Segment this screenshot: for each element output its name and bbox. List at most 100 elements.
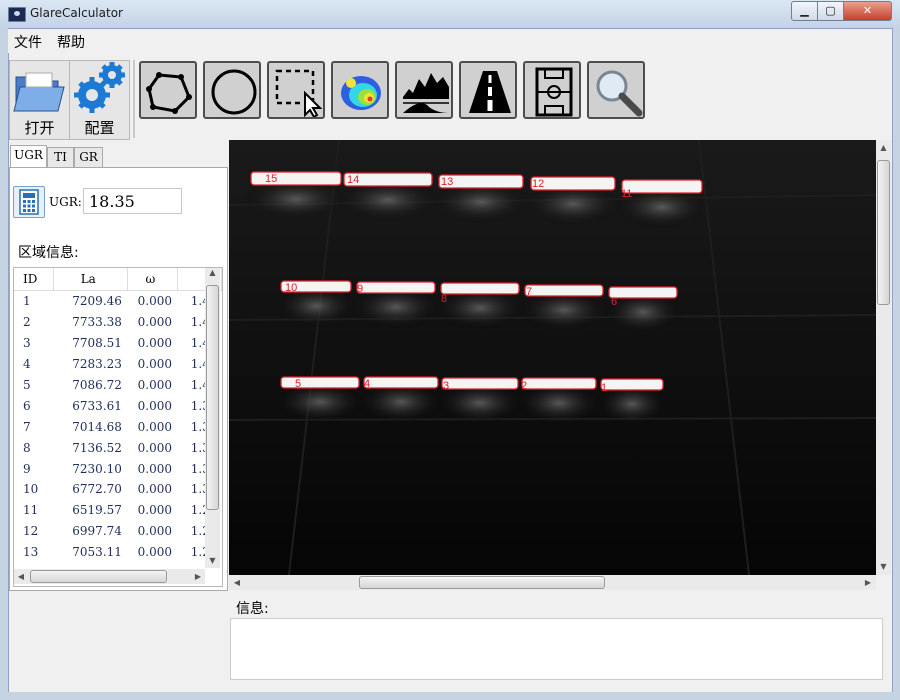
- cell-la: 6772.70: [72, 482, 122, 497]
- info-label: 信息:: [236, 601, 269, 617]
- region-table[interactable]: ID La ω P 17209.460.0001.4227733.380.000…: [13, 267, 223, 587]
- region-label: 1: [601, 382, 607, 394]
- minimize-button[interactable]: ▁: [791, 1, 818, 21]
- cell-omega: 0.000: [137, 503, 172, 518]
- ugr-value-field[interactable]: 18.35: [83, 188, 182, 214]
- cell-omega: 0.000: [137, 419, 172, 434]
- region-label: 12: [532, 178, 544, 190]
- road-tool-button[interactable]: [459, 61, 517, 119]
- cell-omega: 0.000: [137, 461, 172, 476]
- col-omega-header[interactable]: ω: [127, 268, 179, 291]
- col-la-header[interactable]: La: [53, 268, 129, 291]
- scroll-up-arrow[interactable]: ▲: [205, 268, 220, 277]
- close-button[interactable]: ✕: [843, 1, 892, 21]
- cell-omega: 0.000: [137, 357, 172, 372]
- table-row[interactable]: 126997.740.0001.25: [14, 521, 222, 542]
- tab-gr[interactable]: GR: [74, 147, 103, 167]
- cell-la: 7136.52: [72, 440, 122, 455]
- table-row[interactable]: 97230.100.0001.37: [14, 458, 222, 479]
- app-icon: [8, 7, 26, 22]
- zoom-tool-button[interactable]: [587, 61, 645, 119]
- maximize-button[interactable]: ▢: [817, 1, 844, 21]
- cell-id: 7: [23, 419, 31, 434]
- field-icon: [535, 67, 573, 117]
- menu-help[interactable]: 帮助: [57, 32, 85, 52]
- open-label: 打开: [24, 119, 55, 137]
- cell-la: 6733.61: [72, 398, 122, 413]
- histogram-tool-button[interactable]: [395, 61, 453, 119]
- magnifier-icon: [596, 70, 643, 117]
- cell-id: 6: [23, 398, 31, 413]
- config-button[interactable]: 配置: [69, 60, 130, 140]
- image-scroll-up-arrow[interactable]: ▲: [876, 143, 891, 152]
- table-row[interactable]: 106772.700.0001.35: [14, 479, 222, 500]
- image-scroll-right-arrow[interactable]: ▶: [862, 578, 874, 587]
- lamp: [601, 379, 663, 390]
- region-label: 14: [347, 174, 359, 186]
- table-row[interactable]: 57086.720.0001.42: [14, 375, 222, 396]
- image-hscroll-thumb[interactable]: [359, 576, 605, 589]
- region-label: 15: [265, 173, 277, 185]
- cell-omega: 0.000: [137, 398, 172, 413]
- table-row[interactable]: 27733.380.0001.44: [14, 312, 222, 333]
- circle-tool-button[interactable]: [203, 61, 261, 119]
- table-hscroll-thumb[interactable]: [30, 570, 167, 583]
- cell-omega: 0.000: [137, 336, 172, 351]
- cell-id: 5: [23, 378, 31, 392]
- region-label: 13: [441, 176, 453, 188]
- heatmap-icon: [341, 76, 381, 110]
- cell-id: 13: [23, 545, 39, 560]
- lamp: [525, 285, 603, 296]
- table-row[interactable]: 77014.680.0001.35: [14, 416, 222, 437]
- cell-omega: 0.000: [137, 440, 172, 455]
- cell-omega: 0.000: [137, 378, 172, 392]
- scroll-right-arrow[interactable]: ▶: [192, 572, 204, 581]
- cell-omega: 0.000: [137, 294, 172, 309]
- region-label: 6: [611, 296, 617, 308]
- table-row[interactable]: 66733.610.0001.33: [14, 395, 222, 416]
- table-row[interactable]: 116519.570.0001.24: [14, 500, 222, 521]
- lamp: [441, 283, 519, 294]
- tab-ugr[interactable]: UGR: [10, 145, 47, 167]
- info-textarea[interactable]: [230, 618, 883, 680]
- cell-omega: 0.000: [137, 315, 172, 330]
- calculator-icon: [19, 189, 39, 215]
- circle-icon: [211, 69, 257, 115]
- gears-icon: [74, 62, 125, 113]
- lamp: [622, 180, 702, 193]
- cell-omega: 0.000: [137, 482, 172, 497]
- table-row[interactable]: 137053.110.0001.27: [14, 542, 222, 563]
- table-row[interactable]: 37708.510.0001.45: [14, 333, 222, 354]
- image-scroll-left-arrow[interactable]: ◀: [231, 578, 243, 587]
- col-id-header[interactable]: ID: [14, 268, 55, 291]
- cell-omega: 0.000: [137, 545, 172, 560]
- scroll-left-arrow[interactable]: ◀: [15, 572, 27, 581]
- table-row[interactable]: 17209.460.0001.42: [14, 291, 222, 312]
- region-info-label: 区域信息:: [18, 245, 79, 261]
- region-label: 8: [441, 293, 447, 305]
- table-row[interactable]: 87136.520.0001.37: [14, 437, 222, 458]
- select-tool-button[interactable]: [267, 61, 325, 119]
- region-label: 11: [621, 188, 632, 200]
- field-tool-button[interactable]: [523, 61, 581, 119]
- ugr-label: UGR:: [49, 195, 82, 209]
- image-vscroll-thumb[interactable]: [877, 160, 890, 305]
- table-vscroll-thumb[interactable]: [206, 285, 219, 510]
- menu-bar: [8, 29, 891, 53]
- heatmap-tool-button[interactable]: [331, 61, 389, 119]
- cell-la: 7086.72: [72, 378, 122, 392]
- calculate-button[interactable]: [13, 186, 45, 218]
- rect-select-icon: [275, 69, 323, 117]
- image-view[interactable]: 15 14 13 12 11 10 9 8 7 6 5 4 3 2 1: [229, 140, 876, 575]
- table-row[interactable]: 47283.230.0001.44: [14, 354, 222, 375]
- polygon-tool-button[interactable]: [139, 61, 197, 119]
- scroll-down-arrow[interactable]: ▼: [205, 556, 220, 565]
- menu-file[interactable]: 文件: [14, 32, 42, 52]
- image-scroll-down-arrow[interactable]: ▼: [876, 562, 891, 571]
- region-label: 5: [295, 378, 301, 390]
- cell-id: 4: [23, 357, 31, 372]
- open-button[interactable]: 打开: [9, 60, 70, 140]
- tab-ti[interactable]: TI: [47, 147, 74, 167]
- luminance-image[interactable]: 15 14 13 12 11 10 9 8 7 6 5 4 3 2 1: [229, 140, 876, 575]
- cell-la: 7283.23: [72, 357, 122, 372]
